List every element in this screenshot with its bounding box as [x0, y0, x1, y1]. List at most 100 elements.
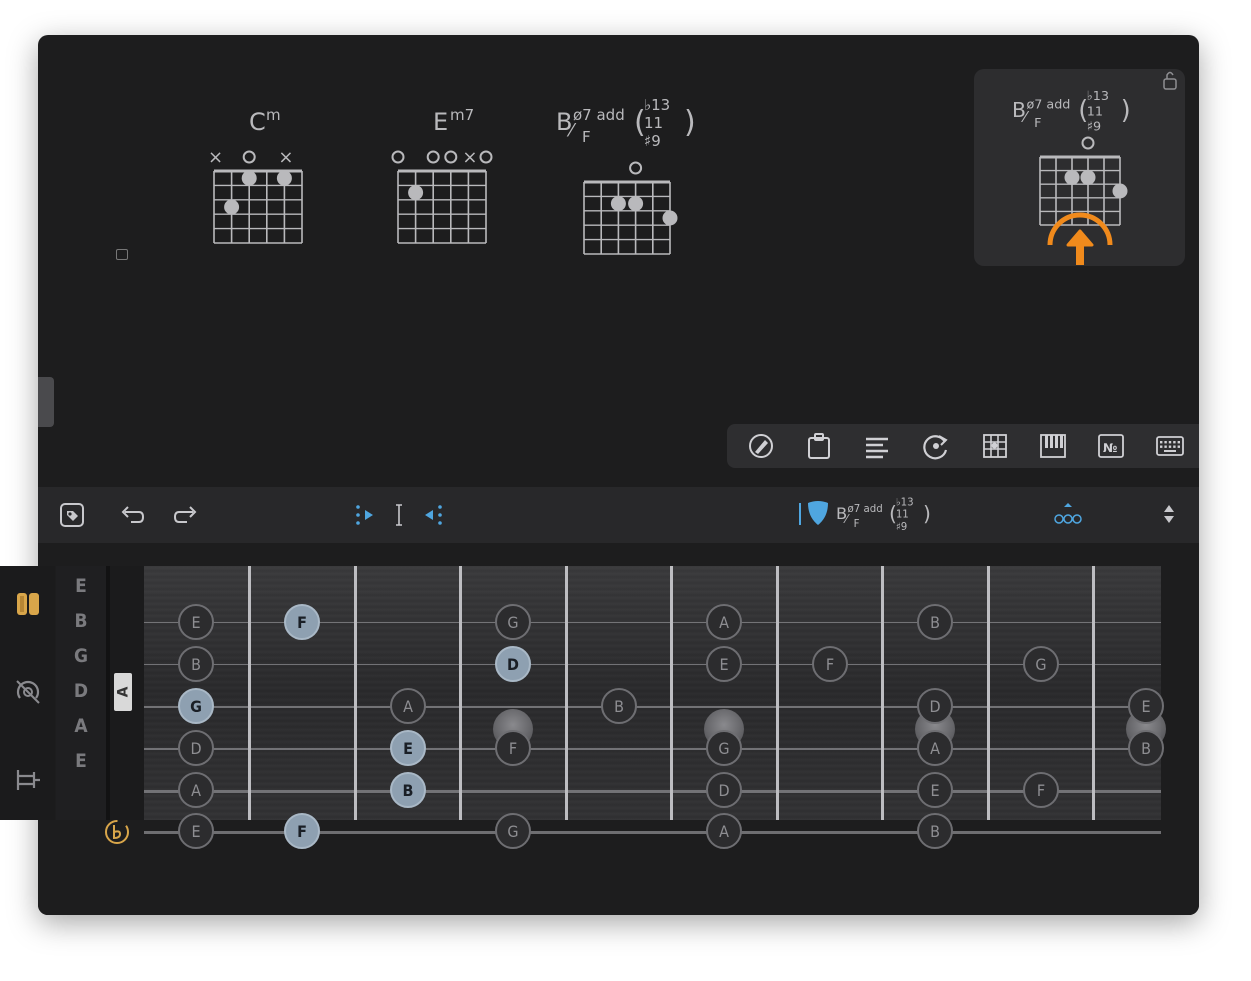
chord-diagram[interactable]: Cm × ×	[204, 106, 392, 257]
scale-note[interactable]: B	[917, 604, 953, 640]
scale-note[interactable]: A	[178, 772, 214, 808]
chord-grid-muted-marker: ×	[462, 147, 477, 168]
toolbar-chord-name-bass: F	[854, 519, 860, 530]
active-note[interactable]: F	[284, 604, 320, 640]
loop-start-button[interactable]	[352, 501, 380, 529]
card-grid-finger-dot[interactable]	[1064, 169, 1080, 185]
current-chord-card[interactable]: Bø7 add ⁄ F() ♭13 11 ♯9	[974, 69, 1185, 266]
piano-button[interactable]	[1037, 430, 1069, 462]
scale-note[interactable]: A	[390, 688, 426, 724]
scale-note[interactable]: D	[178, 730, 214, 766]
chord-grid-finger-dot[interactable]	[276, 170, 292, 186]
fret-range-button[interactable]	[10, 762, 46, 798]
chord-grid-finger-dot[interactable]	[610, 196, 626, 212]
chord-grid-finger-dot[interactable]	[241, 170, 257, 186]
toolbar-chord-name-extension: ♭13	[896, 497, 914, 508]
scale-note[interactable]: B	[601, 688, 637, 724]
card-chord-name-extension: ♯9	[1087, 120, 1101, 135]
lines-button[interactable]	[861, 430, 893, 462]
fretboard-icon	[983, 434, 1007, 458]
chord-diagram[interactable]: Em7 ×	[388, 106, 576, 257]
scale-note[interactable]: A	[917, 730, 953, 766]
capo-marker[interactable]: A	[114, 673, 132, 711]
scale-note[interactable]: E	[1128, 688, 1164, 724]
chord-grid-finger-dot[interactable]	[408, 185, 424, 201]
chord-name-quality: m7	[450, 106, 474, 124]
chord-grid-muted-marker: ×	[278, 147, 293, 168]
fret-range-icon	[16, 770, 40, 790]
undo-button[interactable]	[118, 501, 146, 529]
scale-note[interactable]: E	[178, 813, 214, 849]
toolbar-chord-label: Bø7 add⁄ F()♭1311♯9	[799, 497, 931, 533]
toolbar-chord-name-quality: ø7 add	[848, 504, 883, 515]
scale-note[interactable]: B	[178, 646, 214, 682]
guitar-pick-icon	[799, 501, 828, 525]
scale-note[interactable]: F	[812, 646, 848, 682]
tag-button[interactable]	[58, 501, 86, 529]
scale-note[interactable]: D	[917, 688, 953, 724]
chord-diagram[interactable]: Bø7 add ⁄ F() ♭13 11 ♯9	[552, 90, 752, 264]
voicings-button[interactable]	[1052, 499, 1084, 529]
active-note[interactable]: G	[178, 688, 214, 724]
card-grid-finger-dot[interactable]	[1080, 169, 1096, 185]
fret-wire	[1092, 566, 1095, 820]
piano-icon	[1040, 434, 1066, 458]
chord-grid-finger-dot[interactable]	[628, 196, 644, 212]
loop-end-icon	[425, 505, 442, 525]
chord-name-paren-close: )	[684, 105, 696, 140]
chord-name-root: E	[433, 108, 448, 136]
selection-marker[interactable]	[116, 249, 128, 260]
fretboard-button[interactable]	[979, 430, 1011, 462]
fretboard[interactable]	[106, 566, 1161, 834]
scale-note[interactable]: G	[495, 604, 531, 640]
scale-note[interactable]: A	[706, 813, 742, 849]
chord-name-root: C	[249, 108, 266, 136]
active-note[interactable]: F	[284, 813, 320, 849]
number-button[interactable]: №	[1095, 430, 1127, 462]
guitar-body-icon	[17, 593, 39, 615]
scale-note[interactable]: F	[1023, 772, 1059, 808]
keyboard-button[interactable]	[1154, 430, 1186, 462]
chord-grid-finger-dot[interactable]	[662, 210, 678, 226]
card-chord-name-quality: ø7 add	[1026, 98, 1070, 113]
clipboard-icon	[808, 433, 830, 459]
tuner-button[interactable]	[10, 674, 46, 710]
scale-note[interactable]: E	[178, 604, 214, 640]
string-label: E	[75, 575, 87, 597]
active-note[interactable]: B	[390, 772, 426, 808]
scale-note[interactable]: G	[495, 813, 531, 849]
svg-text:№: №	[1103, 441, 1117, 455]
scale-note[interactable]: B	[1128, 730, 1164, 766]
loop-end-button[interactable]	[418, 501, 446, 529]
rotate-chord-button[interactable]	[920, 430, 952, 462]
guitar-string	[144, 664, 1161, 666]
unlocked-padlock-icon[interactable]	[1163, 71, 1177, 90]
cursor-button[interactable]	[388, 501, 410, 529]
toolbar-chord-name-extension: ♯9	[896, 522, 907, 533]
scale-note[interactable]: D	[706, 772, 742, 808]
string-names: EBGDAE	[56, 566, 106, 820]
side-drawer-handle[interactable]	[38, 377, 54, 427]
scale-note[interactable]: F	[495, 730, 531, 766]
guitar-string	[144, 706, 1161, 708]
flat-toggle-button[interactable]	[103, 816, 131, 848]
active-note[interactable]: D	[495, 646, 531, 682]
scale-note[interactable]: G	[706, 730, 742, 766]
stepper-button[interactable]	[1158, 499, 1180, 529]
active-note[interactable]: E	[390, 730, 426, 766]
scale-note[interactable]: A	[706, 604, 742, 640]
pencil-pick-button[interactable]	[745, 430, 777, 462]
scale-note[interactable]: B	[917, 813, 953, 849]
instrument-button[interactable]	[10, 586, 46, 622]
redo-button[interactable]	[172, 501, 200, 529]
current-chord-button[interactable]: Bø7 add ⁄ F() ♭13 11 ♯9	[794, 493, 944, 537]
scale-note[interactable]: E	[706, 646, 742, 682]
chord-grid-finger-dot[interactable]	[224, 199, 240, 215]
tuner-icon	[16, 680, 40, 704]
toolbar-chord-name-paren-close: )	[923, 501, 931, 525]
scale-note[interactable]: E	[917, 772, 953, 808]
card-grid-finger-dot[interactable]	[1112, 183, 1128, 199]
clipboard-button[interactable]	[803, 430, 835, 462]
text-cursor-icon	[396, 504, 402, 526]
scale-note[interactable]: G	[1023, 646, 1059, 682]
